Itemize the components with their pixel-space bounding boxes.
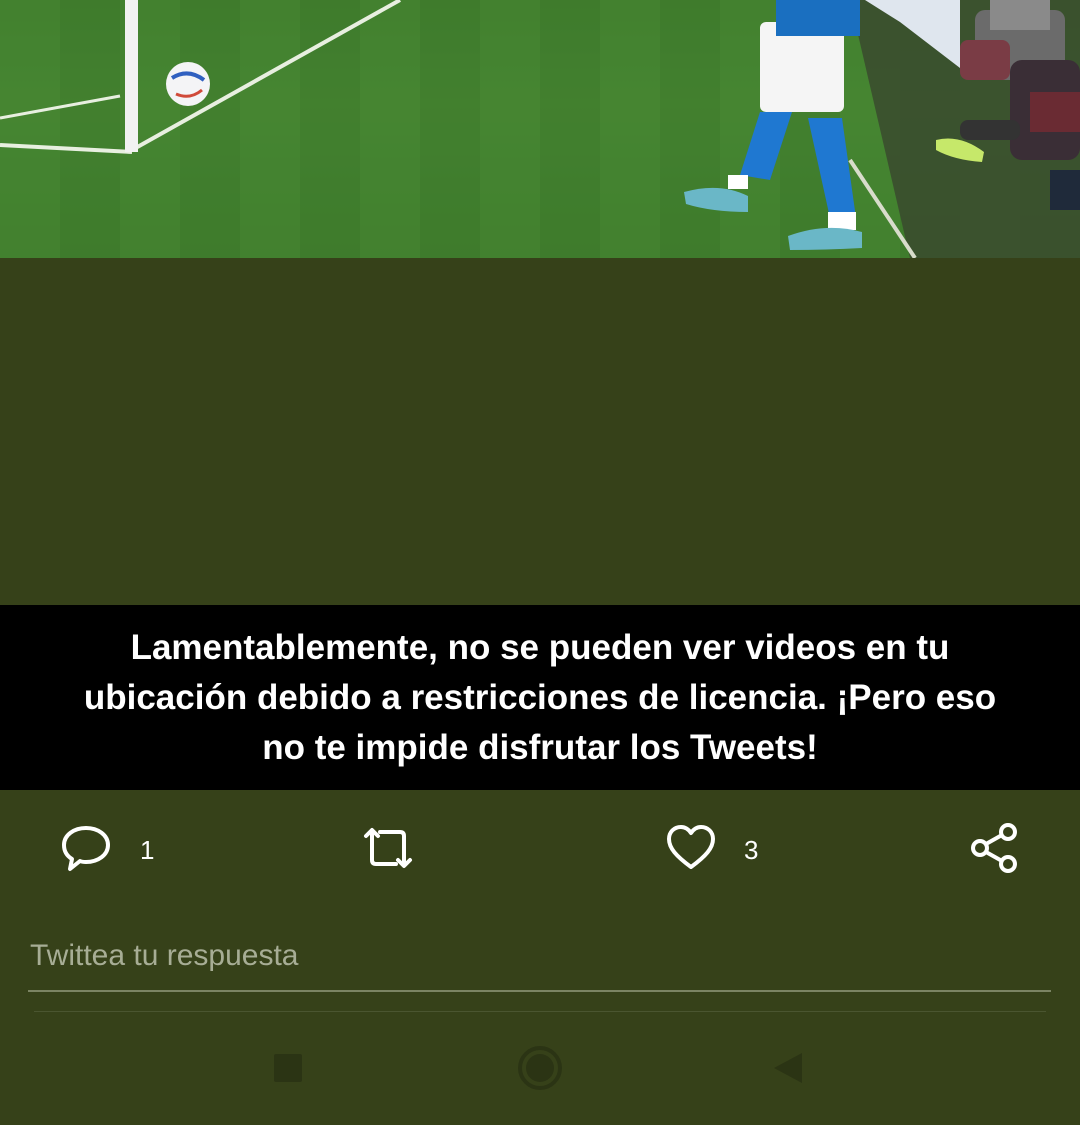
retweet-icon — [358, 822, 418, 879]
square-icon — [273, 1053, 303, 1088]
video-backdrop — [0, 258, 1080, 605]
share-button[interactable] — [968, 810, 1020, 890]
reply-composer — [28, 928, 1051, 992]
tweet-action-bar: 1 3 — [0, 810, 1080, 890]
system-nav-bar — [0, 1030, 1080, 1110]
back-button[interactable] — [748, 1030, 828, 1110]
home-button[interactable] — [500, 1030, 580, 1110]
video-thumbnail[interactable] — [0, 0, 1080, 258]
notice-line-3: no te impide disfrutar los Tweets! — [262, 727, 818, 767]
notice-line-2: ubicación debido a restricciones de lice… — [83, 677, 997, 717]
retweet-button[interactable] — [358, 810, 418, 890]
share-icon — [968, 822, 1020, 879]
notice-line-1: Lamentablemente, no se pueden ver videos… — [130, 627, 950, 667]
like-count: 3 — [744, 834, 759, 865]
like-button[interactable]: 3 — [666, 810, 758, 890]
triangle-back-icon — [772, 1051, 804, 1090]
divider — [34, 1011, 1046, 1012]
reply-input[interactable] — [28, 939, 1051, 979]
video-unavailable-notice: Lamentablemente, no se pueden ver videos… — [0, 605, 1080, 790]
circle-icon — [517, 1045, 563, 1096]
reply-button[interactable]: 1 — [60, 810, 154, 890]
notice-text: Lamentablemente, no se pueden ver videos… — [64, 623, 1016, 773]
reply-icon — [60, 822, 112, 879]
reply-count: 1 — [140, 834, 155, 865]
heart-icon — [666, 823, 716, 878]
recents-button[interactable] — [248, 1030, 328, 1110]
